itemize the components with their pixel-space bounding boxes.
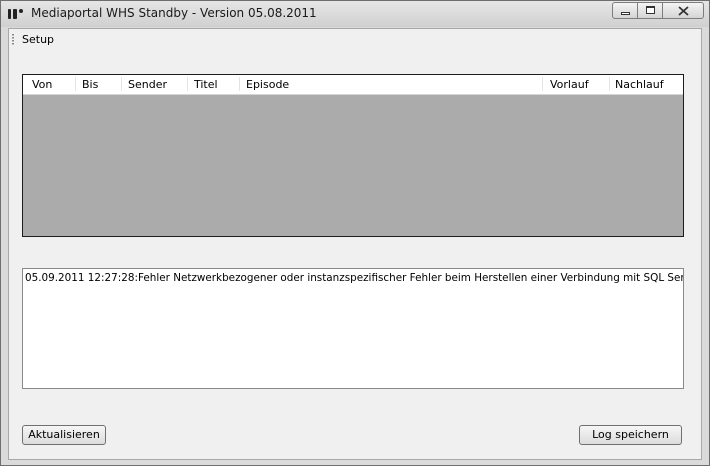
save-log-button[interactable]: Log speichern xyxy=(579,425,682,445)
column-header-vorlauf[interactable]: Vorlauf xyxy=(550,78,589,91)
menu-grip[interactable] xyxy=(12,34,14,46)
column-header-episode[interactable]: Episode xyxy=(246,78,289,91)
app-window: Mediaportal WHS Standby - Version 05.08.… xyxy=(0,0,710,466)
mediaportal-app-icon xyxy=(8,9,24,19)
window-title: Mediaportal WHS Standby - Version 05.08.… xyxy=(31,6,317,20)
column-separator[interactable] xyxy=(239,77,240,91)
minimize-button[interactable] xyxy=(612,2,638,19)
client-area: Setup Von Bis Sender Titel Episode Vorla… xyxy=(8,28,702,460)
schedule-list[interactable]: Von Bis Sender Titel Episode Vorlauf Nac… xyxy=(22,74,684,237)
schedule-list-header: Von Bis Sender Titel Episode Vorlauf Nac… xyxy=(23,75,683,95)
menu-item-setup[interactable]: Setup xyxy=(18,32,58,47)
column-separator[interactable] xyxy=(187,77,188,91)
menu-bar: Setup xyxy=(9,29,701,51)
close-button[interactable] xyxy=(662,2,704,19)
title-bar[interactable]: Mediaportal WHS Standby - Version 05.08.… xyxy=(1,1,709,27)
column-header-nachlauf[interactable]: Nachlauf xyxy=(615,78,664,91)
column-separator[interactable] xyxy=(609,77,610,91)
log-line: 05.09.2011 12:27:28:Fehler Netzwerkbezog… xyxy=(25,272,684,284)
maximize-button[interactable] xyxy=(637,2,663,19)
column-separator[interactable] xyxy=(75,77,76,91)
column-separator[interactable] xyxy=(542,77,543,91)
column-header-bis[interactable]: Bis xyxy=(82,78,98,91)
column-header-von[interactable]: Von xyxy=(32,78,52,91)
column-separator[interactable] xyxy=(121,77,122,91)
column-header-sender[interactable]: Sender xyxy=(128,78,167,91)
close-icon xyxy=(678,6,689,16)
column-header-titel[interactable]: Titel xyxy=(194,78,218,91)
refresh-button[interactable]: Aktualisieren xyxy=(22,425,106,445)
log-textbox[interactable]: 05.09.2011 12:27:28:Fehler Netzwerkbezog… xyxy=(22,268,684,389)
